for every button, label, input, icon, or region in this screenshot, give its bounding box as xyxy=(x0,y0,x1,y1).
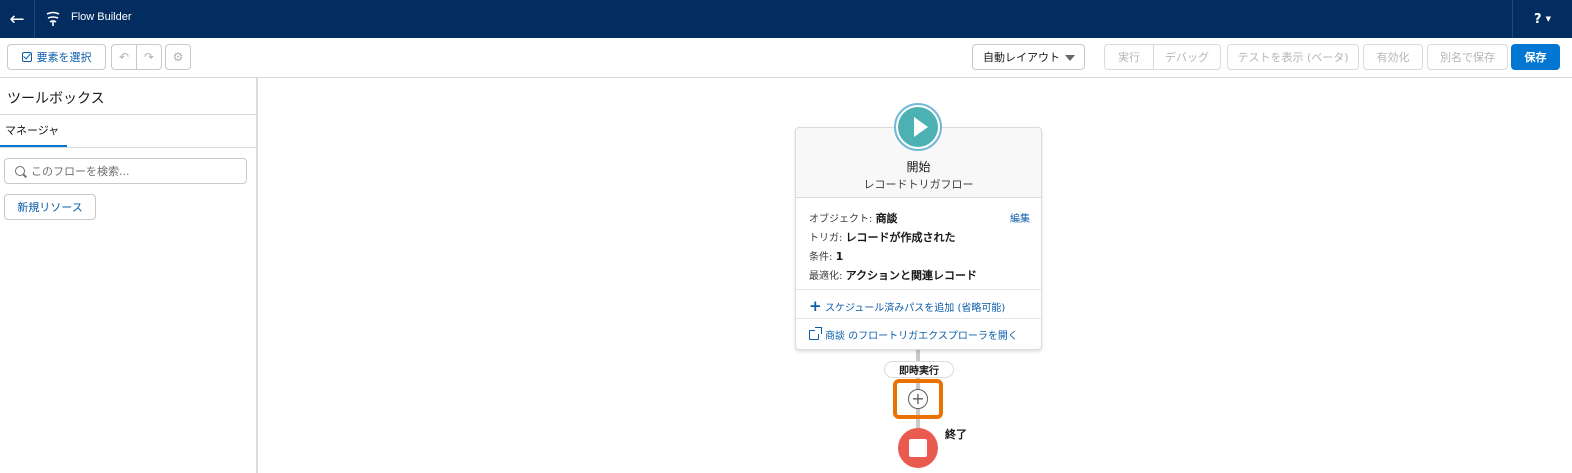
start-detail-object: オブジェクト: 商談 xyxy=(809,210,898,226)
tab-manager[interactable]: マネージャ xyxy=(0,115,67,147)
detail-value: 商談 xyxy=(875,212,898,225)
start-circle-fill xyxy=(898,107,938,147)
new-resource-button[interactable]: 新規リソース xyxy=(4,194,96,220)
start-detail-trigger: トリガ: レコードが作成された xyxy=(809,229,956,245)
redo-button[interactable]: ↷ xyxy=(136,44,162,70)
run-label: 実行 xyxy=(1118,51,1140,64)
detail-label: トリガ: xyxy=(809,233,843,244)
plus-circle-icon: + xyxy=(911,389,925,408)
run-button[interactable]: 実行 xyxy=(1104,44,1154,70)
divider xyxy=(796,289,1041,290)
redo-icon: ↷ xyxy=(143,50,155,64)
new-resource-label: 新規リソース xyxy=(17,201,83,214)
add-element-button[interactable]: + xyxy=(908,389,928,409)
detail-label: オブジェクト: xyxy=(809,214,873,225)
help-label: ? xyxy=(1534,11,1542,27)
app-header: ← Flow Builder ? ▼ xyxy=(0,0,1572,38)
search-input[interactable]: このフローを検索... xyxy=(4,158,247,184)
chevron-down-icon xyxy=(1065,55,1075,61)
start-node-card[interactable]: 開始 レコードトリガフロー オブジェクト: 商談 編集 トリガ: レコードが作成… xyxy=(795,127,1042,350)
view-test-label: テストを表示 (ベータ) xyxy=(1237,51,1349,64)
undo-icon: ↶ xyxy=(118,50,130,64)
detail-label: 最適化: xyxy=(809,271,843,282)
play-icon xyxy=(914,117,928,137)
save-label: 保存 xyxy=(1524,51,1547,64)
detail-value: 1 xyxy=(835,250,844,263)
add-scheduled-path-label: スケジュール済みパスを追加 (省略可能) xyxy=(825,302,1006,314)
activate-button[interactable]: 有効化 xyxy=(1363,44,1423,70)
edit-link[interactable]: 編集 xyxy=(1010,210,1030,225)
toolbox-title: ツールボックス xyxy=(7,91,105,107)
detail-value: レコードが作成された xyxy=(845,231,956,244)
help-button[interactable]: ? ▼ xyxy=(1512,0,1572,38)
chevron-down-icon: ▼ xyxy=(1545,15,1551,23)
debug-label: デバッグ xyxy=(1165,51,1209,64)
external-link-icon xyxy=(809,326,822,340)
toolbox-panel: ツールボックス マネージャ このフローを検索... 新規リソース xyxy=(0,78,258,473)
stop-icon xyxy=(909,439,927,457)
save-as-button[interactable]: 別名で保存 xyxy=(1427,44,1508,70)
immediate-path-label: 即時実行 xyxy=(884,361,954,378)
start-node-icon[interactable] xyxy=(894,103,942,151)
debug-button[interactable]: デバッグ xyxy=(1153,44,1221,70)
start-detail-condition: 条件: 1 xyxy=(809,248,843,263)
divider xyxy=(0,147,256,148)
settings-button[interactable]: ⚙ xyxy=(165,44,191,70)
select-elements-label: 要素を選択 xyxy=(36,51,92,64)
layout-select[interactable]: 自動レイアウト xyxy=(972,44,1085,70)
detail-label: 条件: xyxy=(809,252,833,263)
search-placeholder: このフローを検索... xyxy=(31,165,130,178)
app-title: Flow Builder xyxy=(71,11,132,23)
open-trigger-explorer-link[interactable]: 商談 のフロートリガエクスプローラを開く xyxy=(809,326,1018,342)
end-node-icon[interactable] xyxy=(898,428,938,468)
start-node-title: 開始 xyxy=(906,160,931,174)
checkbox-icon xyxy=(21,52,32,62)
end-node-label: 終了 xyxy=(945,428,967,441)
immediate-path-text: 即時実行 xyxy=(899,366,939,377)
layout-select-value: 自動レイアウト xyxy=(983,51,1060,64)
divider xyxy=(796,318,1041,319)
flow-builder-icon xyxy=(46,11,60,26)
toolbar: 要素を選択 ↶ ↷ ⚙ 自動レイアウト 実行 デバッグ テストを表示 (ベータ)… xyxy=(0,38,1572,78)
open-trigger-explorer-label: 商談 のフロートリガエクスプローラを開く xyxy=(825,331,1018,342)
save-button[interactable]: 保存 xyxy=(1511,44,1560,70)
tab-manager-label: マネージャ xyxy=(5,124,60,137)
save-as-label: 別名で保存 xyxy=(1440,51,1495,64)
undo-button[interactable]: ↶ xyxy=(111,44,137,70)
back-button[interactable]: ← xyxy=(0,0,35,38)
start-detail-optimize: 最適化: アクションと関連レコード xyxy=(809,267,977,283)
add-scheduled-path-link[interactable]: + スケジュール済みパスを追加 (省略可能) xyxy=(809,297,1005,315)
activate-label: 有効化 xyxy=(1376,51,1410,64)
search-icon xyxy=(15,166,25,176)
detail-value: アクションと関連レコード xyxy=(845,269,978,282)
select-elements-button[interactable]: 要素を選択 xyxy=(7,44,106,70)
view-test-button[interactable]: テストを表示 (ベータ) xyxy=(1227,44,1359,70)
start-node-subtitle: レコードトリガフロー xyxy=(863,178,974,191)
arrow-left-icon: ← xyxy=(9,8,25,30)
plus-icon: + xyxy=(809,297,822,315)
gear-icon: ⚙ xyxy=(172,50,184,64)
